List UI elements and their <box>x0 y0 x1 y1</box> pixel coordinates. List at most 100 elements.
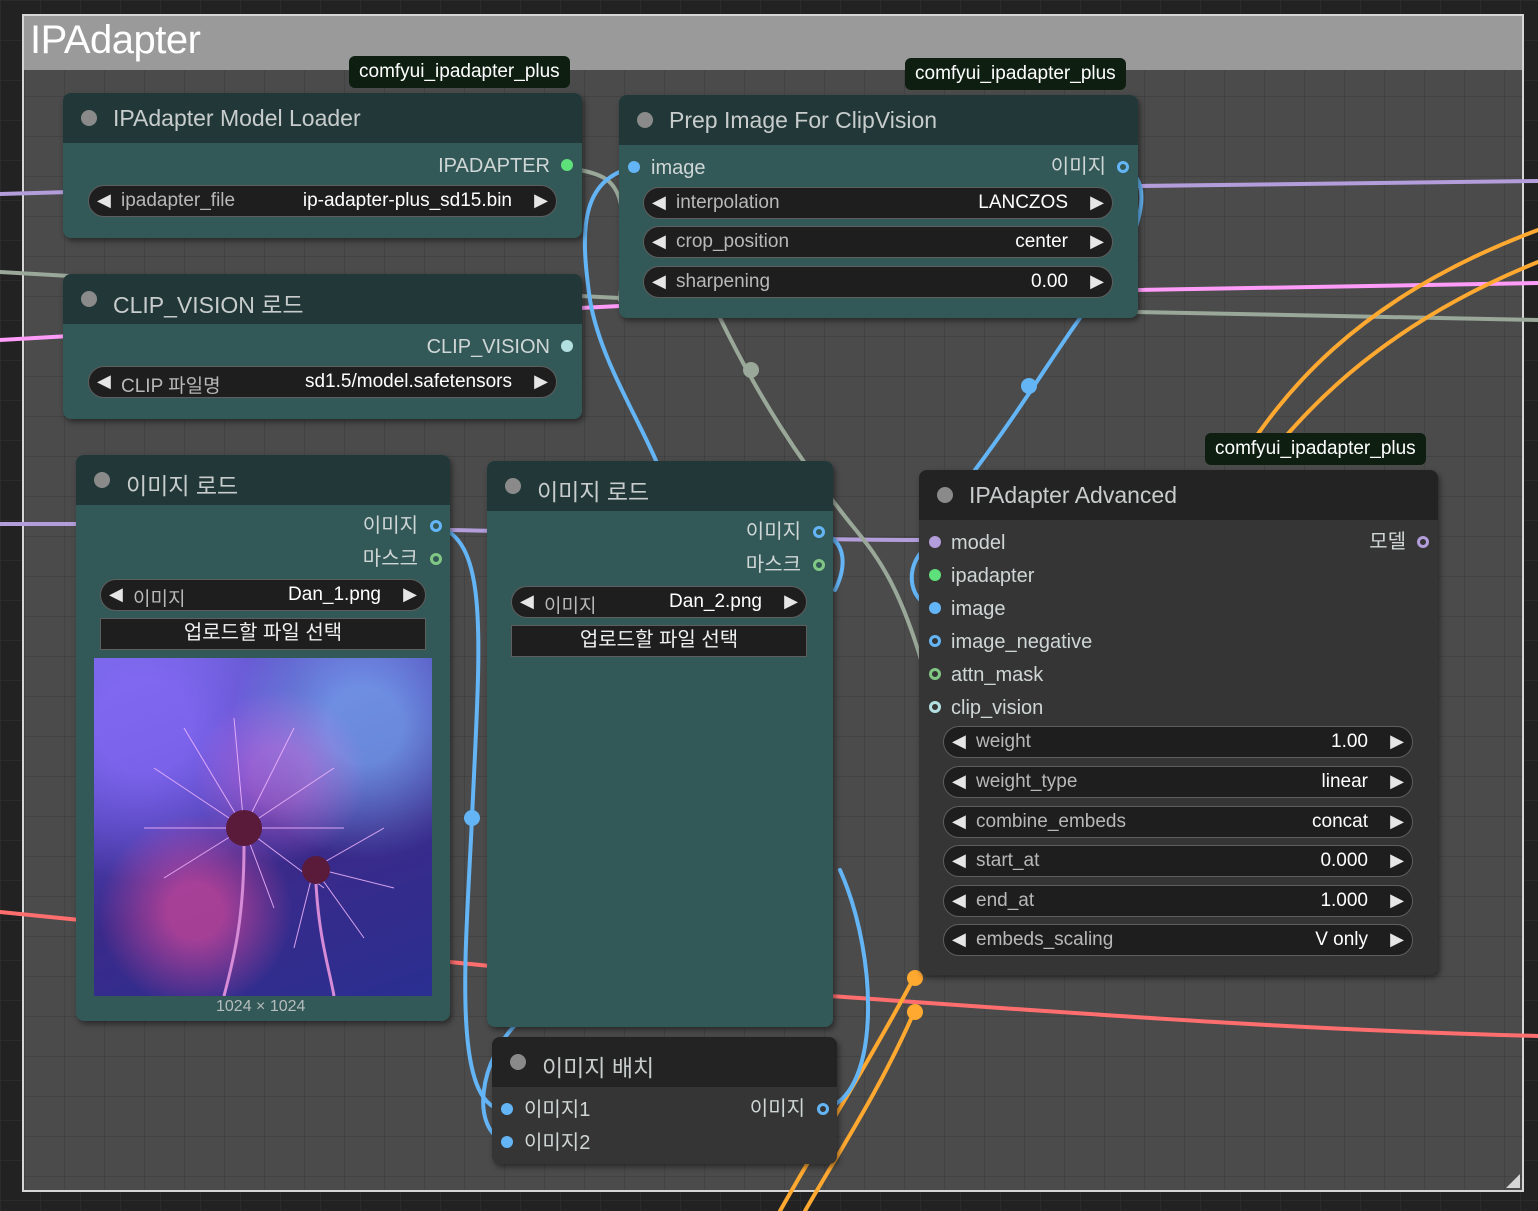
right-arrow-icon[interactable]: ▶ <box>1090 192 1104 213</box>
number-start-at[interactable]: ◀ start_at 0.000 ▶ <box>943 845 1413 877</box>
collapse-dot[interactable] <box>510 1054 526 1070</box>
widget-value: center <box>1015 231 1068 252</box>
latent-link <box>578 304 622 310</box>
left-arrow-icon[interactable]: ◀ <box>652 192 666 213</box>
combo-image-file[interactable]: ◀ 이미지 Dan_1.png ▶ <box>100 579 426 611</box>
right-arrow-icon[interactable]: ▶ <box>403 584 417 605</box>
output-slot-mask[interactable] <box>430 553 442 565</box>
upload-button[interactable]: 업로드할 파일 선택 <box>100 618 426 650</box>
collapse-dot[interactable] <box>505 478 521 494</box>
collapse-dot[interactable] <box>81 110 97 126</box>
node-header[interactable]: IPAdapter Advanced <box>919 470 1438 520</box>
left-arrow-icon[interactable]: ◀ <box>652 271 666 292</box>
collapse-dot[interactable] <box>94 472 110 488</box>
widget-value: LANCZOS <box>978 192 1068 213</box>
node-prep-image-for-clipvision[interactable]: Prep Image For ClipVision image 이미지 ◀ in… <box>619 95 1138 318</box>
combo-crop-position[interactable]: ◀ crop_position center ▶ <box>643 226 1113 258</box>
left-arrow-icon[interactable]: ◀ <box>952 890 966 911</box>
gray-link <box>0 270 72 278</box>
right-arrow-icon[interactable]: ▶ <box>784 591 798 612</box>
output-label-image: 이미지 <box>749 1098 805 1120</box>
node-clip-vision-loader[interactable]: CLIP_VISION 로드 CLIP_VISION ◀ CLIP 파일명 sd… <box>63 274 582 419</box>
widget-name: CLIP 파일명 <box>121 376 221 397</box>
collapse-dot[interactable] <box>937 487 953 503</box>
output-slot-image[interactable] <box>813 526 825 538</box>
combo-weight-type[interactable]: ◀ weight_type linear ▶ <box>943 766 1413 798</box>
node-header[interactable]: 이미지 배치 <box>492 1037 837 1087</box>
combo-interpolation[interactable]: ◀ interpolation LANCZOS ▶ <box>643 187 1113 219</box>
left-arrow-icon[interactable]: ◀ <box>952 929 966 950</box>
node-ipadapter-advanced[interactable]: IPAdapter Advanced model ipadapter image… <box>919 470 1438 975</box>
combo-embeds-scaling[interactable]: ◀ embeds_scaling V only ▶ <box>943 924 1413 956</box>
combo-clip-name[interactable]: ◀ CLIP 파일명 sd1.5/model.safetensors ▶ <box>88 366 557 398</box>
gray-link <box>1136 310 1538 322</box>
left-arrow-icon[interactable]: ◀ <box>952 731 966 752</box>
combo-combine-embeds[interactable]: ◀ combine_embeds concat ▶ <box>943 806 1413 838</box>
right-arrow-icon[interactable]: ▶ <box>1390 850 1404 871</box>
left-arrow-icon[interactable]: ◀ <box>109 584 123 605</box>
widget-value: concat <box>1312 811 1368 832</box>
right-arrow-icon[interactable]: ▶ <box>1390 929 1404 950</box>
node-load-image-1[interactable]: 이미지 로드 이미지 마스크 ◀ 이미지 Dan_1.png ▶ 업로드할 파일… <box>76 455 450 1021</box>
image-link <box>973 316 1082 472</box>
output-slot-clip-vision[interactable] <box>561 340 573 352</box>
left-arrow-icon[interactable]: ◀ <box>520 591 534 612</box>
left-arrow-icon[interactable]: ◀ <box>97 371 111 392</box>
node-title: Prep Image For ClipVision <box>669 107 938 133</box>
left-arrow-icon[interactable]: ◀ <box>952 811 966 832</box>
output-slot-image[interactable] <box>430 520 442 532</box>
output-slot-image[interactable] <box>817 1103 829 1115</box>
right-arrow-icon[interactable]: ▶ <box>1390 731 1404 752</box>
widget-value: linear <box>1321 771 1368 792</box>
input-slot-clip-vision[interactable] <box>929 701 941 713</box>
right-arrow-icon[interactable]: ▶ <box>1090 271 1104 292</box>
input-slot-image2[interactable] <box>501 1136 513 1148</box>
node-ipadapter-model-loader[interactable]: IPAdapter Model Loader IPADAPTER ◀ ipada… <box>63 93 582 238</box>
collapse-dot[interactable] <box>637 112 653 128</box>
image-preview <box>94 658 432 996</box>
output-label-clip-vision: CLIP_VISION <box>426 336 550 358</box>
node-header[interactable]: IPAdapter Model Loader <box>63 93 582 143</box>
vae-link <box>828 994 1538 1038</box>
right-arrow-icon[interactable]: ▶ <box>534 371 548 392</box>
node-image-batch[interactable]: 이미지 배치 이미지1 이미지2 이미지 <box>492 1037 837 1164</box>
input-slot-image1[interactable] <box>501 1103 513 1115</box>
collapse-dot[interactable] <box>81 291 97 307</box>
node-load-image-2[interactable]: 이미지 로드 이미지 마스크 ◀ 이미지 Dan_2.png ▶ 업로드할 파일… <box>487 461 833 1027</box>
left-arrow-icon[interactable]: ◀ <box>652 231 666 252</box>
input-slot-image[interactable] <box>628 161 640 173</box>
widget-value: Dan_2.png <box>669 591 762 612</box>
right-arrow-icon[interactable]: ▶ <box>1390 811 1404 832</box>
left-arrow-icon[interactable]: ◀ <box>97 190 111 211</box>
right-arrow-icon[interactable]: ▶ <box>1390 771 1404 792</box>
input-slot-model[interactable] <box>929 536 941 548</box>
combo-ipadapter-file[interactable]: ◀ ipadapter_file ip-adapter-plus_sd15.bi… <box>88 185 557 217</box>
node-header[interactable]: 이미지 로드 <box>487 461 833 511</box>
upload-button[interactable]: 업로드할 파일 선택 <box>511 625 807 657</box>
combo-image-file[interactable]: ◀ 이미지 Dan_2.png ▶ <box>511 586 807 618</box>
left-arrow-icon[interactable]: ◀ <box>952 850 966 871</box>
input-slot-attn-mask[interactable] <box>929 668 941 680</box>
widget-name: 이미지 <box>133 589 186 610</box>
input-slot-image-negative[interactable] <box>929 635 941 647</box>
number-weight[interactable]: ◀ weight 1.00 ▶ <box>943 726 1413 758</box>
right-arrow-icon[interactable]: ▶ <box>1390 890 1404 911</box>
model-out-link <box>1136 179 1538 188</box>
node-title: 이미지 배치 <box>542 1055 655 1081</box>
left-arrow-icon[interactable]: ◀ <box>952 771 966 792</box>
node-header[interactable]: 이미지 로드 <box>76 455 450 505</box>
output-slot-image[interactable] <box>1117 161 1129 173</box>
node-header[interactable]: CLIP_VISION 로드 <box>63 274 582 324</box>
input-slot-image[interactable] <box>929 602 941 614</box>
input-label-image: image <box>951 598 1006 620</box>
output-slot-mask[interactable] <box>813 559 825 571</box>
number-sharpening[interactable]: ◀ sharpening 0.00 ▶ <box>643 266 1113 298</box>
number-end-at[interactable]: ◀ end_at 1.000 ▶ <box>943 885 1413 917</box>
input-slot-ipadapter[interactable] <box>929 569 941 581</box>
output-slot-ipadapter[interactable] <box>561 159 573 171</box>
output-slot-model[interactable] <box>1417 536 1429 548</box>
node-header[interactable]: Prep Image For ClipVision <box>619 95 1138 145</box>
right-arrow-icon[interactable]: ▶ <box>534 190 548 211</box>
reroute-dot <box>907 1004 923 1020</box>
right-arrow-icon[interactable]: ▶ <box>1090 231 1104 252</box>
